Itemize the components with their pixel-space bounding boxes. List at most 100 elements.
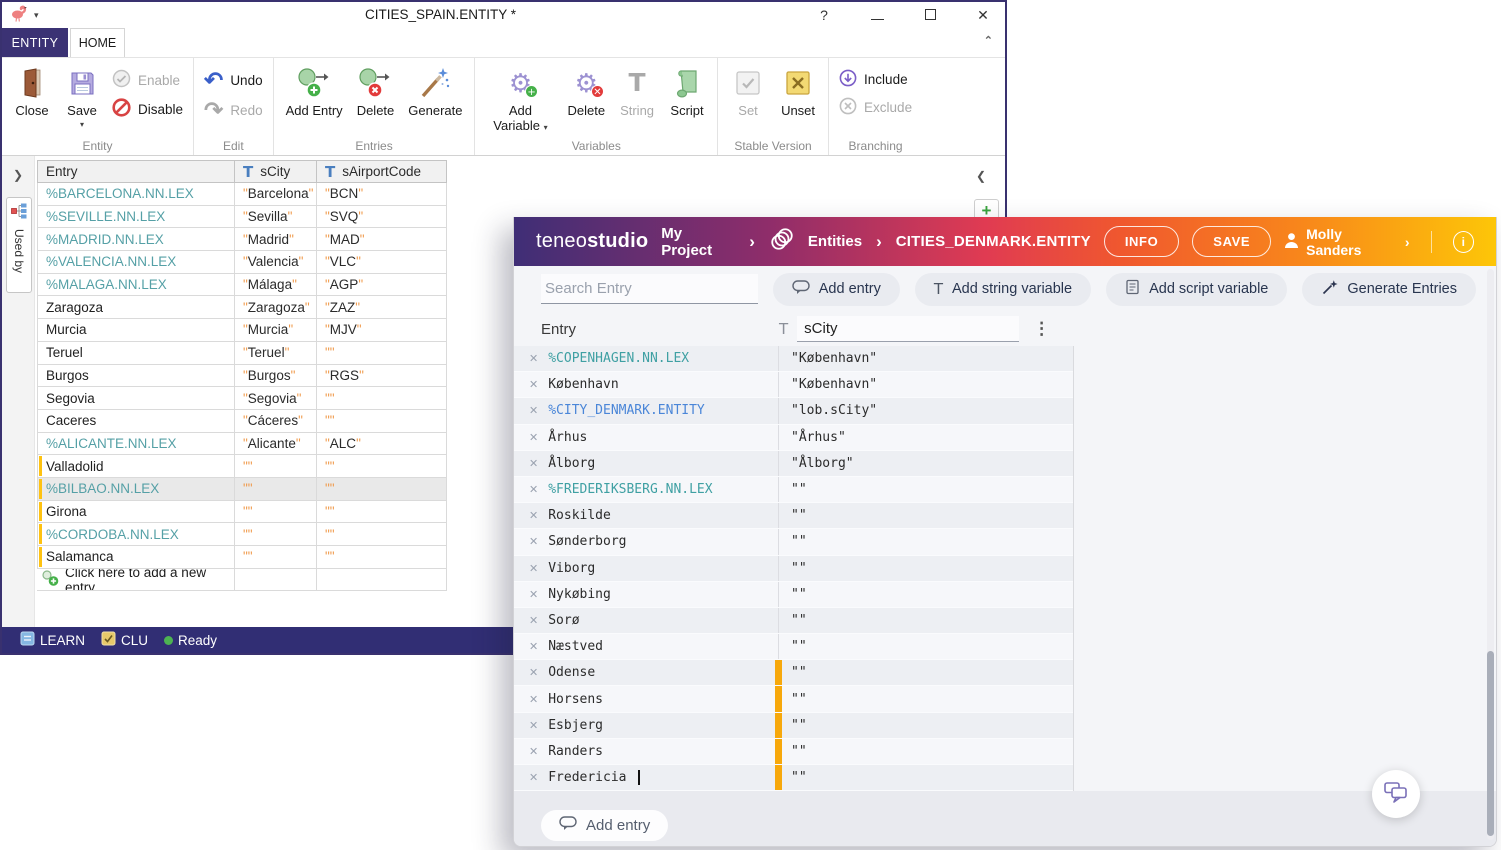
value-cell[interactable]: "": [779, 639, 807, 654]
entry-cell[interactable]: %VALENCIA.NN.LEX: [37, 251, 235, 274]
value-cell[interactable]: "Barcelona": [235, 183, 317, 206]
delete-entry-icon[interactable]: ✕: [529, 666, 538, 679]
delete-variable-button[interactable]: ⚙✕ Delete: [565, 62, 607, 121]
entry-row[interactable]: ✕Esbjerg"": [514, 713, 1073, 739]
value-cell[interactable]: "": [235, 546, 317, 569]
scrollbar-thumb[interactable]: [1487, 651, 1494, 836]
generate-button[interactable]: Generate: [406, 62, 464, 121]
flamingo-app-icon[interactable]: [10, 4, 30, 27]
delete-entry-icon[interactable]: ✕: [529, 535, 538, 548]
table-row[interactable]: Valladolid"""": [37, 455, 447, 478]
table-row[interactable]: Salamanca"""": [37, 546, 447, 569]
disable-button[interactable]: Disable: [112, 98, 183, 120]
table-row[interactable]: Teruel"Teruel""": [37, 342, 447, 365]
clu-status[interactable]: CLU: [101, 631, 148, 649]
value-cell[interactable]: "": [779, 718, 807, 733]
entry-cell[interactable]: ✕Horsens: [514, 686, 779, 711]
save-button[interactable]: Save ▾: [62, 62, 102, 131]
value-cell[interactable]: "Málaga": [235, 274, 317, 297]
unset-button[interactable]: Unset: [778, 62, 818, 121]
entry-row[interactable]: ✕Næstved"": [514, 634, 1073, 660]
value-cell[interactable]: "BCN": [317, 183, 447, 206]
expand-panel-icon[interactable]: ❯: [2, 168, 34, 182]
delete-entry-icon[interactable]: ✕: [529, 378, 538, 391]
entry-row[interactable]: ✕Sorø"": [514, 608, 1073, 634]
value-cell[interactable]: "": [779, 770, 807, 785]
delete-entry-button[interactable]: Delete: [355, 62, 397, 121]
entry-cell[interactable]: ✕Viborg: [514, 556, 779, 581]
learn-status[interactable]: LEARN: [20, 631, 85, 649]
table-row[interactable]: Girona"""": [37, 501, 447, 524]
value-cell[interactable]: "København": [779, 377, 877, 392]
entry-row[interactable]: ✕Fredericia"": [514, 765, 1073, 791]
value-cell[interactable]: "København": [779, 351, 877, 366]
entry-row[interactable]: ✕Sønderborg"": [514, 529, 1073, 555]
add-string-variable-button[interactable]: T Add string variable: [915, 273, 1091, 306]
entry-row[interactable]: ✕Roskilde"": [514, 503, 1073, 529]
maximize-button[interactable]: [925, 9, 936, 20]
entry-cell[interactable]: %MADRID.NN.LEX: [37, 228, 235, 251]
value-cell[interactable]: "": [779, 613, 807, 628]
value-cell[interactable]: "Valencia": [235, 251, 317, 274]
entry-cell[interactable]: %ALICANTE.NN.LEX: [37, 433, 235, 456]
value-cell[interactable]: "": [317, 342, 447, 365]
table-row[interactable]: Zaragoza"Zaragoza""ZAZ": [37, 296, 447, 319]
undo-button[interactable]: ↶ Undo: [204, 69, 263, 92]
value-cell[interactable]: "Sevilla": [235, 206, 317, 229]
value-cell[interactable]: "VLC": [317, 251, 447, 274]
entry-row[interactable]: ✕Odense"": [514, 660, 1073, 686]
entry-cell[interactable]: ✕Odense: [514, 660, 779, 685]
value-cell[interactable]: "MAD": [317, 228, 447, 251]
add-entry-button-web[interactable]: Add entry: [773, 273, 900, 306]
value-cell[interactable]: "AGP": [317, 274, 447, 297]
entry-cell[interactable]: Burgos: [37, 365, 235, 388]
column-header-scity[interactable]: TsCity: [235, 160, 317, 183]
table-row[interactable]: %MALAGA.NN.LEX"Málaga""AGP": [37, 274, 447, 297]
table-row[interactable]: %VALENCIA.NN.LEX"Valencia""VLC": [37, 251, 447, 274]
entry-cell[interactable]: %CORDOBA.NN.LEX: [37, 523, 235, 546]
entry-row[interactable]: ✕Århus"Århus": [514, 425, 1073, 451]
value-cell[interactable]: "Murcia": [235, 319, 317, 342]
entry-cell[interactable]: Salamanca: [37, 546, 235, 569]
value-cell[interactable]: "Teruel": [235, 342, 317, 365]
include-button[interactable]: Include: [839, 69, 912, 90]
value-cell[interactable]: "": [317, 387, 447, 410]
table-row[interactable]: %BARCELONA.NN.LEX"Barcelona""BCN": [37, 183, 447, 206]
entry-cell[interactable]: Valladolid: [37, 455, 235, 478]
value-cell[interactable]: "Zaragoza": [235, 296, 317, 319]
value-cell[interactable]: "lob.sCity": [779, 403, 877, 418]
help-info-icon[interactable]: i: [1453, 231, 1475, 253]
value-cell[interactable]: "": [779, 692, 807, 707]
value-cell[interactable]: "": [779, 534, 807, 549]
delete-entry-icon[interactable]: ✕: [529, 719, 538, 732]
delete-entry-icon[interactable]: ✕: [529, 614, 538, 627]
close-window-button[interactable]: ✕: [975, 7, 991, 24]
delete-entry-icon[interactable]: ✕: [529, 562, 538, 575]
value-cell[interactable]: "Segovia": [235, 387, 317, 410]
entry-row[interactable]: ✕Viborg"": [514, 556, 1073, 582]
delete-entry-icon[interactable]: ✕: [529, 431, 538, 444]
value-cell[interactable]: "": [317, 546, 447, 569]
entry-cell[interactable]: ✕Fredericia: [514, 765, 779, 790]
add-script-variable-button[interactable]: Add script variable: [1106, 273, 1287, 306]
scrollbar-track[interactable]: [1487, 269, 1494, 840]
variable-name-input[interactable]: [797, 316, 1019, 342]
value-cell[interactable]: "": [317, 455, 447, 478]
entry-row[interactable]: ✕%COPENHAGEN.NN.LEX"København": [514, 346, 1073, 372]
delete-entry-icon[interactable]: ✕: [529, 483, 538, 496]
info-button[interactable]: INFO: [1104, 226, 1179, 257]
delete-entry-icon[interactable]: ✕: [529, 771, 538, 784]
minimize-button[interactable]: [871, 19, 884, 20]
value-cell[interactable]: "MJV": [317, 319, 447, 342]
value-cell[interactable]: "Madrid": [235, 228, 317, 251]
user-menu[interactable]: Molly Sanders ›: [1284, 226, 1409, 258]
entry-cell[interactable]: %BILBAO.NN.LEX: [37, 478, 235, 501]
collapse-ribbon-icon[interactable]: ⌃: [984, 34, 993, 47]
entry-row[interactable]: ✕Randers"": [514, 739, 1073, 765]
table-row[interactable]: %ALICANTE.NN.LEX"Alicante""ALC": [37, 433, 447, 456]
entry-row[interactable]: ✕København"København": [514, 372, 1073, 398]
value-cell[interactable]: "": [317, 410, 447, 433]
entry-cell[interactable]: ✕%FREDERIKSBERG.NN.LEX: [514, 477, 779, 502]
value-cell[interactable]: "": [317, 523, 447, 546]
entry-row[interactable]: ✕%CITY_DENMARK.ENTITY"lob.sCity": [514, 398, 1073, 424]
